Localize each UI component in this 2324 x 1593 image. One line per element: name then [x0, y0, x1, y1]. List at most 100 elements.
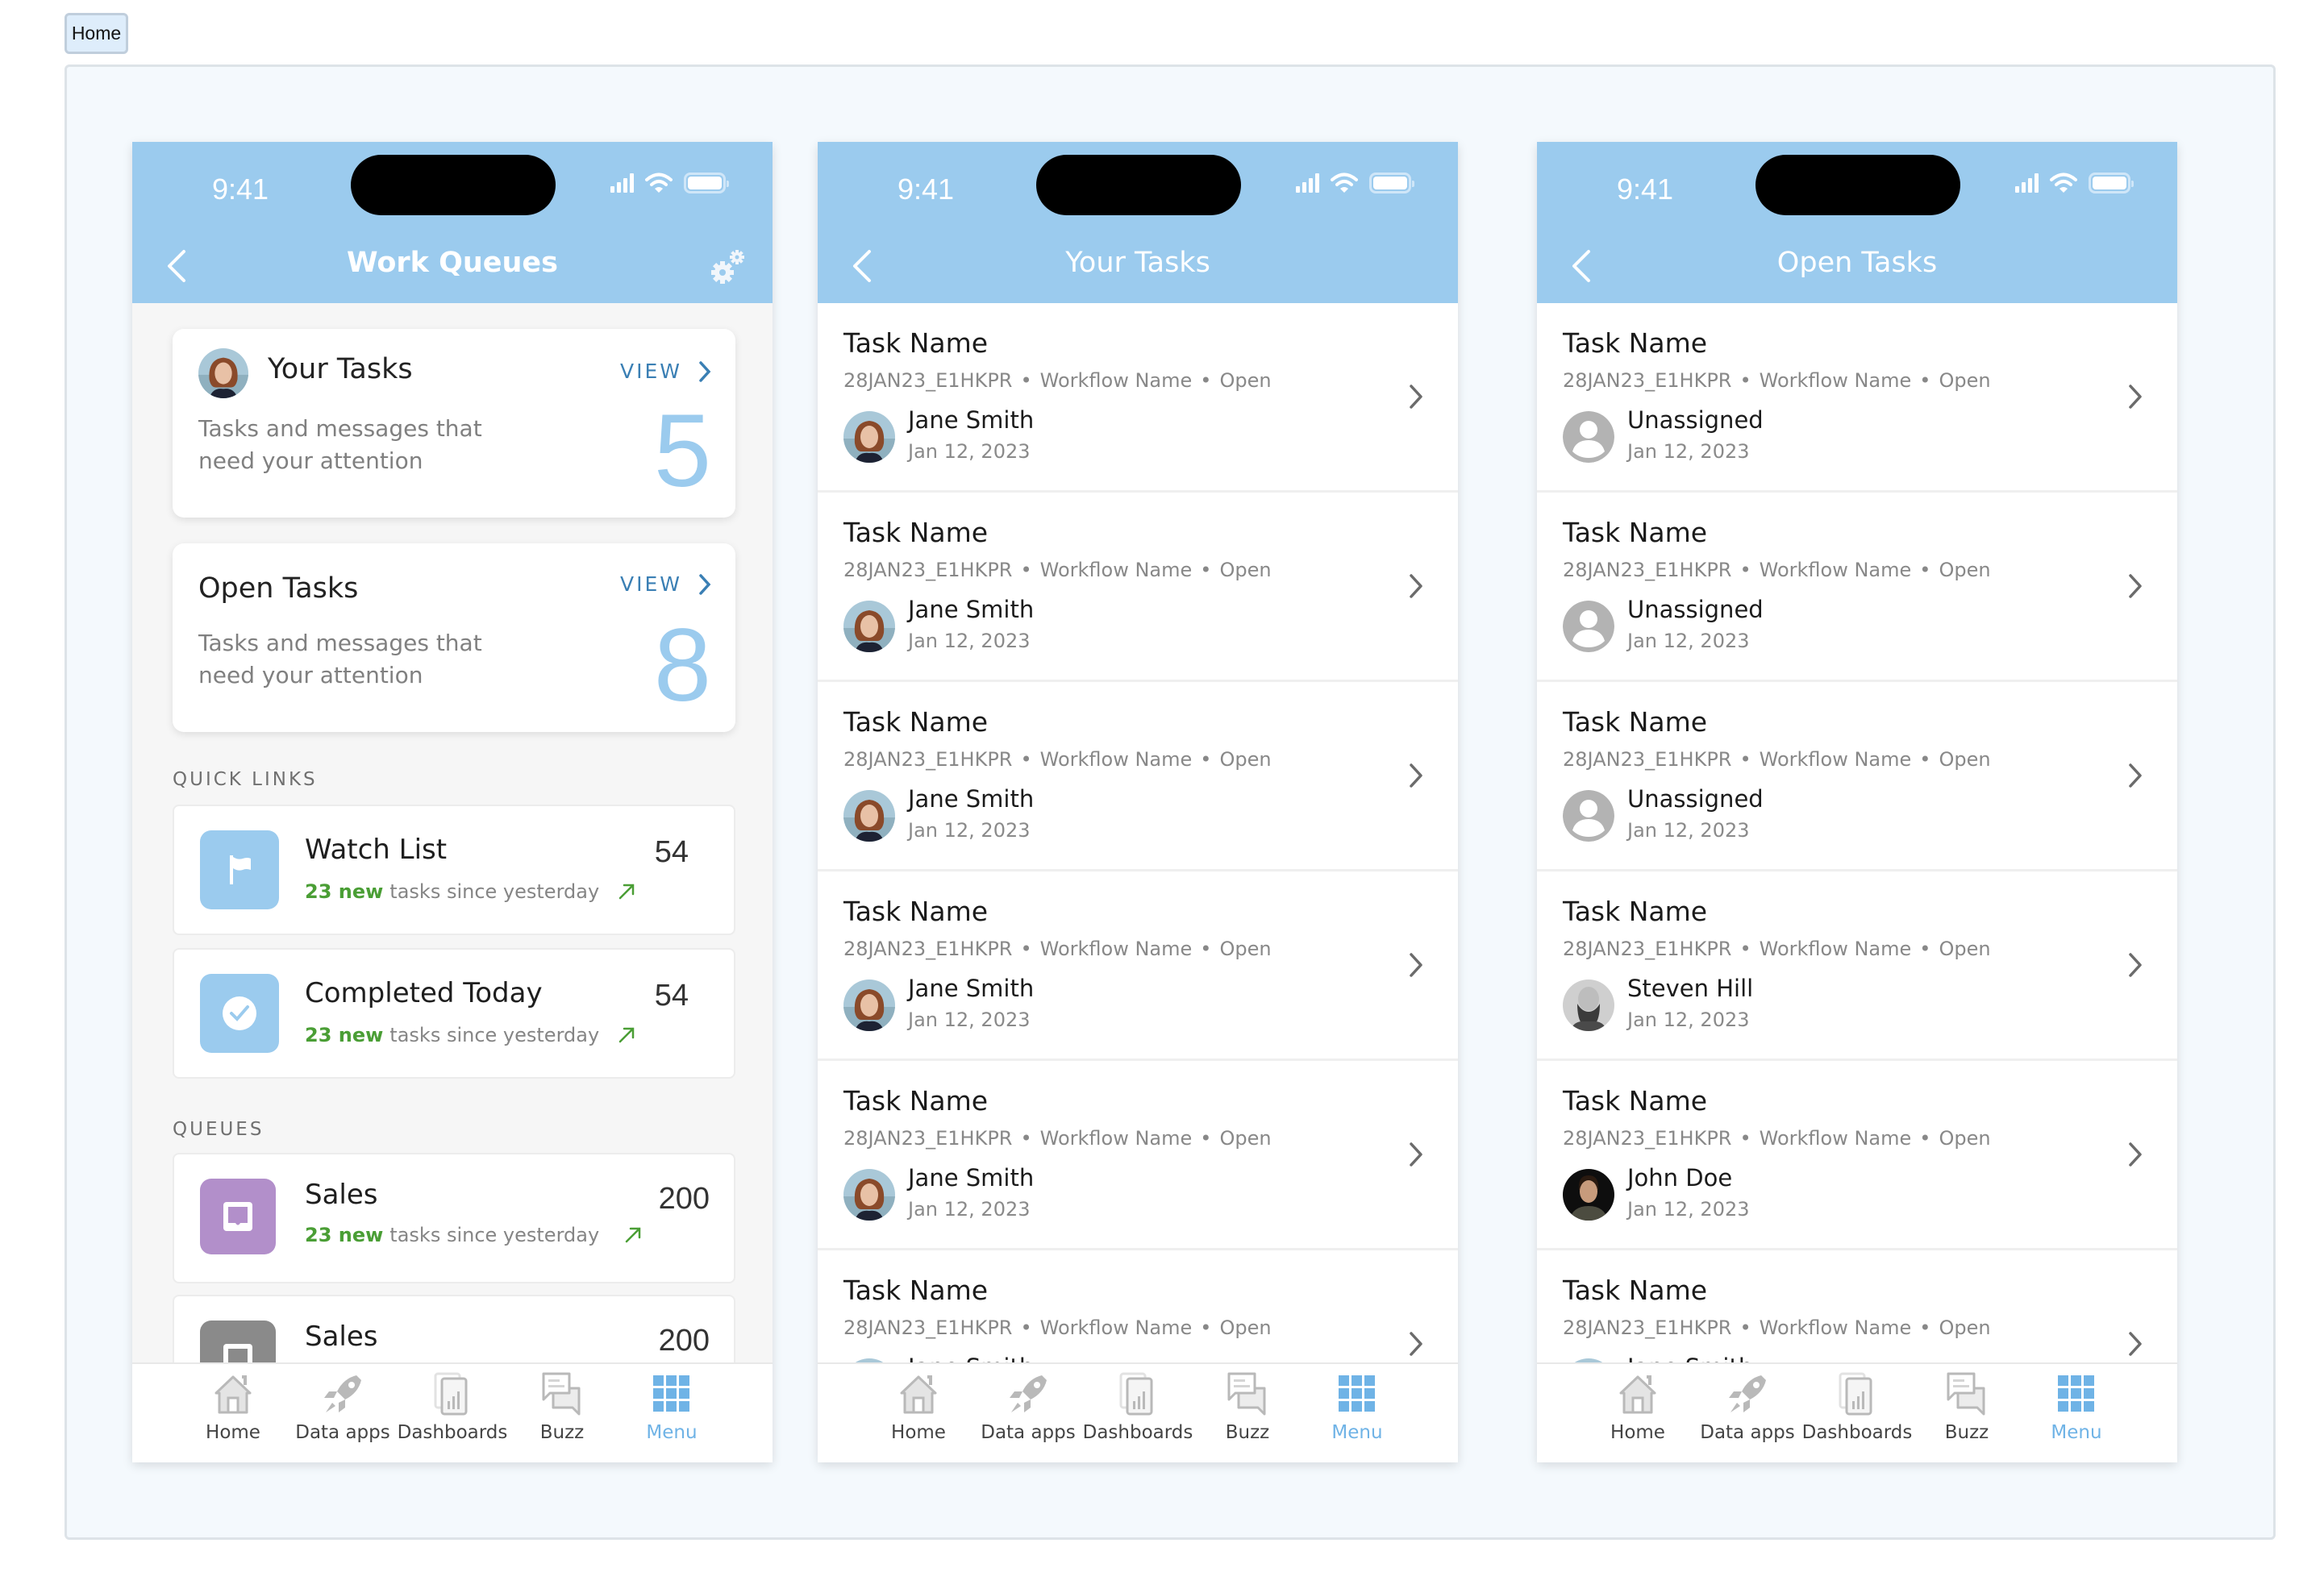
assignee-avatar [843, 980, 895, 1031]
task-meta: 28JAN23_E1HKPR • Workflow Name • Open [843, 559, 1272, 581]
task-meta: 28JAN23_E1HKPR • Workflow Name • Open [843, 1316, 1272, 1339]
queue-sales[interactable]: Sales 23 new tasks since yesterday 200 [173, 1153, 735, 1283]
tab-buzz[interactable]: Buzz [507, 1370, 617, 1462]
task-row[interactable]: Task Name 28JAN23_E1HKPR • Workflow Name • Op… [1537, 1061, 2177, 1250]
header: 9:41 Your Tasks [818, 142, 1458, 303]
workflow-name: Workflow Name [1759, 1127, 1912, 1150]
task-date: Jan 12, 2023 [1627, 1009, 1750, 1031]
task-id: 28JAN23_E1HKPR [843, 1316, 1013, 1339]
task-id: 28JAN23_E1HKPR [843, 938, 1013, 960]
task-row[interactable]: Task Name 28JAN23_E1HKPR • Workflow Name • Op… [1537, 682, 2177, 871]
task-id: 28JAN23_E1HKPR [1563, 938, 1732, 960]
tab-buzz[interactable]: Buzz [1193, 1370, 1302, 1462]
task-status: Open [1219, 559, 1272, 581]
grid-icon [648, 1370, 695, 1417]
task-row[interactable]: Task Name 28JAN23_E1HKPR • Workflow Name • Op… [1537, 871, 2177, 1061]
tab-bar: Home Data apps Dashboards Buzz Menu [132, 1362, 773, 1462]
tab-menu[interactable]: Menu [1302, 1370, 1412, 1462]
task-meta: 28JAN23_E1HKPR • Workflow Name • Open [1563, 748, 1991, 771]
task-status: Open [1939, 369, 1991, 392]
link-name: Completed Today [305, 977, 543, 1009]
task-status: Open [1939, 1316, 1991, 1339]
tile [200, 1179, 276, 1254]
signal-icon [610, 173, 634, 193]
chevron-right-icon [2127, 1142, 2143, 1167]
tab-dashboards[interactable]: Dashboards [1083, 1370, 1193, 1462]
task-id: 28JAN23_E1HKPR [1563, 369, 1732, 392]
tab-data-apps[interactable]: Data apps [973, 1370, 1083, 1462]
link-count: 54 [654, 979, 689, 1013]
separator-dot: • [1739, 748, 1751, 771]
queue-count: 200 [658, 1324, 710, 1358]
status-time: 9:41 [898, 173, 955, 206]
task-meta: 28JAN23_E1HKPR • Workflow Name • Open [843, 1127, 1272, 1150]
assignee-avatar [843, 601, 895, 652]
tab-menu[interactable]: Menu [617, 1370, 727, 1462]
tab-label: Data apps [981, 1422, 1076, 1443]
phone-work-queues: 9:41 Work Queues Your Tasks VIEW Tasks a… [132, 142, 773, 1462]
task-row[interactable]: Task Name 28JAN23_E1HKPR • Workflow Name • Op… [818, 303, 1458, 493]
tab-label: Menu [2051, 1422, 2102, 1443]
tab-label: Data apps [295, 1422, 390, 1443]
signal-icon [1296, 173, 1319, 193]
task-row[interactable]: Task Name 28JAN23_E1HKPR • Workflow Name • Op… [818, 682, 1458, 871]
task-row[interactable]: Task Name 28JAN23_E1HKPR • Workflow Name • Op… [1537, 303, 2177, 493]
view-open-tasks-link[interactable]: VIEW [620, 572, 711, 596]
chevron-right-icon [699, 360, 711, 382]
task-row[interactable]: Task Name 28JAN23_E1HKPR • Workflow Name • Op… [1537, 493, 2177, 682]
tab-bar: Home Data apps Dashboards Buzz Menu [818, 1362, 1458, 1462]
separator-dot: • [1739, 1316, 1751, 1339]
task-row[interactable]: Task Name 28JAN23_E1HKPR • Workflow Name • Op… [818, 871, 1458, 1061]
tab-label: Buzz [1225, 1422, 1270, 1443]
link-count: 54 [654, 835, 689, 869]
battery-icon [684, 173, 729, 193]
rocket-icon [1724, 1370, 1771, 1417]
task-status: Open [1939, 559, 1991, 581]
page-title: Open Tasks [1776, 247, 1938, 279]
chat-icon [1943, 1370, 1990, 1417]
separator-dot: • [1739, 1127, 1751, 1150]
tab-dashboards[interactable]: Dashboards [1802, 1370, 1912, 1462]
tab-home[interactable]: Home [1583, 1370, 1693, 1462]
quick-link-completed-today[interactable]: Completed Today 23 new tasks since yeste… [173, 948, 735, 1079]
open-tasks-card[interactable]: Open Tasks VIEW Tasks and messages that … [173, 543, 735, 732]
signal-icon [2015, 173, 2039, 193]
card-description: Tasks and messages that need your attent… [198, 630, 482, 688]
tab-data-apps[interactable]: Data apps [1693, 1370, 1802, 1462]
view-your-tasks-link[interactable]: VIEW [620, 360, 711, 383]
tab-data-apps[interactable]: Data apps [288, 1370, 398, 1462]
assignee-name: Jane Smith [908, 406, 1035, 434]
home-icon [895, 1370, 942, 1417]
separator-dot: • [1020, 1127, 1032, 1150]
tab-home[interactable]: Home [178, 1370, 288, 1462]
user-avatar [198, 348, 248, 398]
wifi-icon [2050, 173, 2077, 193]
chevron-right-icon [1408, 573, 1424, 599]
assignee-avatar [843, 790, 895, 842]
task-row[interactable]: Task Name 28JAN23_E1HKPR • Workflow Name • Op… [818, 1061, 1458, 1250]
tab-home[interactable]: Home [864, 1370, 973, 1462]
quick-link-watch-list[interactable]: Watch List 23 new tasks since yesterday … [173, 805, 735, 935]
tab-dashboards[interactable]: Dashboards [398, 1370, 507, 1462]
separator-dot: • [1020, 938, 1032, 960]
grid-icon [1334, 1370, 1381, 1417]
chevron-right-icon [699, 573, 711, 595]
task-meta: 28JAN23_E1HKPR • Workflow Name • Open [1563, 559, 1991, 581]
chevron-right-icon [2127, 1331, 2143, 1357]
unassigned-user-icon [1563, 601, 1614, 652]
workflow-name: Workflow Name [1039, 938, 1193, 960]
tab-buzz[interactable]: Buzz [1912, 1370, 2022, 1462]
task-status: Open [1219, 369, 1272, 392]
chevron-right-icon [1408, 384, 1424, 410]
trend-up-icon [617, 882, 636, 901]
assignee-name: Jane Smith [908, 975, 1035, 1002]
task-date: Jan 12, 2023 [908, 1009, 1031, 1031]
task-date: Jan 12, 2023 [1627, 819, 1750, 842]
task-row[interactable]: Task Name 28JAN23_E1HKPR • Workflow Name • Op… [818, 493, 1458, 682]
separator-dot: • [1020, 1316, 1032, 1339]
home-button[interactable]: Home [65, 13, 128, 54]
your-tasks-card[interactable]: Your Tasks VIEW Tasks and messages that … [173, 329, 735, 518]
tab-menu[interactable]: Menu [2022, 1370, 2131, 1462]
separator-dot: • [1020, 748, 1032, 771]
settings-gears-icon[interactable] [708, 247, 748, 287]
